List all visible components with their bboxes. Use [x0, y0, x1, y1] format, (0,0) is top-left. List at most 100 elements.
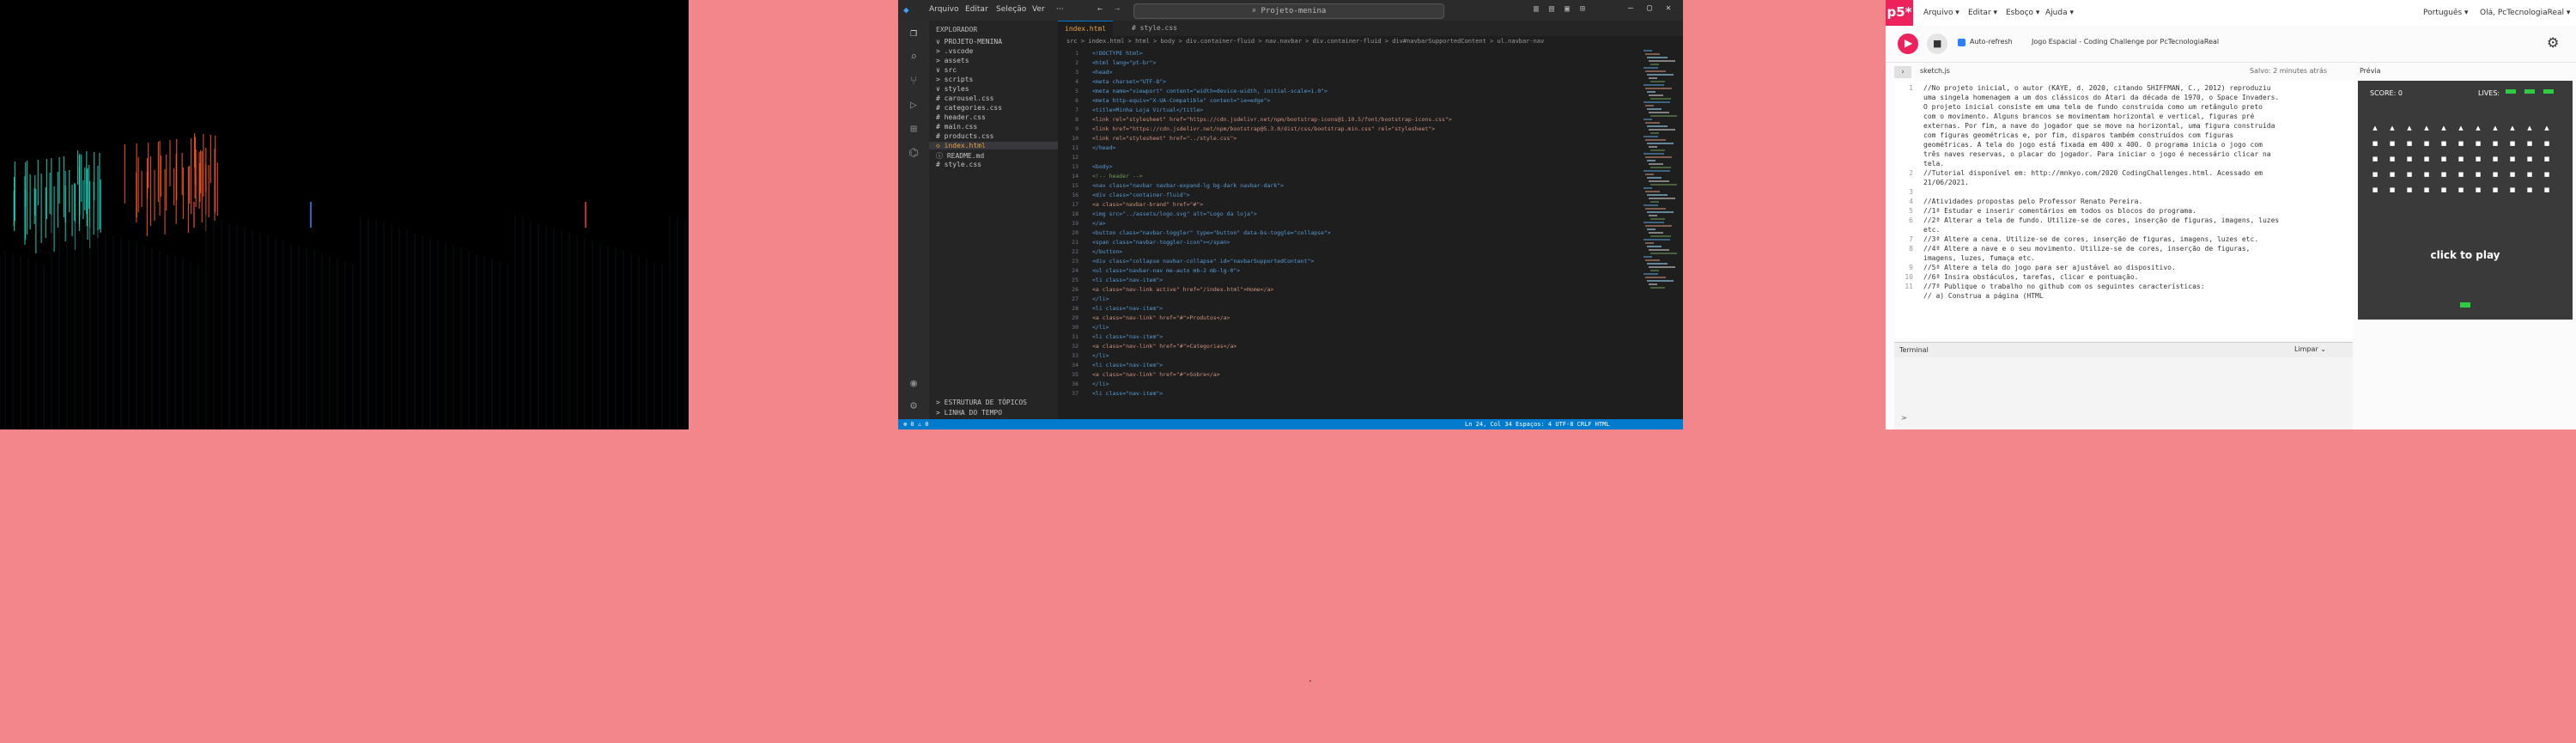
tree-item[interactable]: # carousel.css	[936, 94, 993, 102]
tree-item[interactable]: > .vscode	[936, 47, 973, 55]
code-line: <title>Minha Loja Virtual</title>	[1092, 107, 1204, 113]
p5-code-editor[interactable]: 1 //No projeto inicial, o autor (KAYE, d.…	[1894, 81, 2353, 338]
minimap-line	[1650, 287, 1665, 289]
code-line: com o movimento. Alguns brancos se movim…	[1923, 113, 2255, 120]
click-to-play-prompt[interactable]: click to play	[2358, 249, 2573, 261]
console-output[interactable]: >	[1894, 357, 2353, 429]
layout-toggle-icon[interactable]: ▥	[1534, 4, 1539, 14]
back-arrow-icon[interactable]: ←	[1097, 4, 1103, 14]
minimap-line	[1647, 74, 1674, 76]
customize-layout-icon[interactable]: ⊞	[1580, 4, 1585, 14]
settings-gear-icon[interactable]: ⚙	[2547, 34, 2559, 51]
language-selector[interactable]: Português ▾	[2423, 9, 2469, 17]
minimap-line	[1643, 187, 1652, 189]
invader-icon: ■	[2475, 140, 2482, 147]
minimap-line	[1645, 277, 1666, 278]
explorer-icon[interactable]: ❐	[906, 26, 921, 41]
invader-icon: ■	[2458, 155, 2464, 162]
console-prompt: >	[1901, 414, 1907, 422]
tab-style-css[interactable]: # style.css	[1125, 21, 1184, 36]
menu-file[interactable]: Arquivo	[929, 5, 958, 14]
code-line: <a class="nav-link" href="#">Produtos</a…	[1092, 314, 1230, 321]
account-icon[interactable]: ◉	[906, 376, 921, 392]
line-number: 35	[1072, 371, 1078, 378]
minimap-line	[1643, 204, 1658, 206]
code-editor[interactable]: 1 <!DOCTYPE html> 2 <html lang="pt-br"> 3 <he…	[1058, 46, 1642, 419]
remote-icon[interactable]: ⌬	[906, 146, 921, 161]
forward-arrow-icon[interactable]: →	[1115, 4, 1120, 14]
command-search-input[interactable]: ⌕ Projeto-menina	[1133, 3, 1444, 19]
expand-files-icon[interactable]: ›	[1894, 66, 1911, 78]
code-line: 21/06/2021.	[1923, 179, 1969, 186]
close-icon[interactable]: ✕	[1666, 3, 1671, 13]
line-number: 10	[1905, 273, 1913, 281]
tree-item[interactable]: # style.css	[936, 161, 981, 168]
minimap-line	[1650, 64, 1659, 65]
tree-item[interactable]: # main.css	[936, 123, 977, 131]
panel-toggle-icon[interactable]: ▤	[1549, 4, 1554, 14]
tree-item[interactable]: > scripts	[936, 76, 973, 83]
outline-section[interactable]: > ESTRUTURA DE TÓPICOS	[936, 399, 1027, 406]
minimap-line	[1645, 105, 1654, 107]
p5-logo[interactable]: p5*	[1886, 0, 1913, 26]
problems-status[interactable]: ⊗ 0 ⚠ 0	[903, 419, 929, 429]
line-number: 22	[1072, 248, 1078, 255]
auto-refresh-label: Auto-refresh	[1970, 38, 2013, 46]
code-line: com figuras geométricas e, por fim, disp…	[1923, 131, 2234, 139]
line-number: 5	[1909, 207, 1913, 215]
tree-item[interactable]: # products.css	[936, 132, 993, 140]
timeline-section[interactable]: > LINHA DO TEMPO	[936, 409, 1002, 417]
line-number: 26	[1072, 286, 1078, 293]
settings-gear-icon[interactable]: ⚙	[906, 399, 921, 414]
auto-refresh-checkbox[interactable]	[1958, 39, 1965, 46]
tree-item[interactable]: ∨ src	[936, 66, 957, 74]
tree-item[interactable]: ∨ styles	[936, 85, 969, 93]
sketch-name[interactable]: Jogo Espacial - Coding Challenge por PcT…	[2032, 38, 2219, 46]
clear-console-button[interactable]: Limpar ⌄	[2294, 345, 2326, 353]
line-number: 9	[1075, 125, 1078, 132]
tree-item[interactable]: > assets	[936, 57, 969, 64]
editor-status[interactable]: Ln 24, Col 34 Espaços: 4 UTF-8 CRLF HTML	[1465, 419, 1610, 429]
tree-item[interactable]: ◇ index.html	[929, 142, 1058, 149]
p5-menu-sketch[interactable]: Esboço ▾	[2006, 9, 2039, 17]
p5-navbar: p5* Arquivo ▾ Editar ▾ Esboço ▾ Ajuda ▾ …	[1886, 0, 2576, 27]
invader-icon: ■	[2475, 186, 2482, 193]
line-number: 29	[1072, 314, 1078, 321]
run-debug-icon[interactable]: ▷	[906, 98, 921, 113]
tree-item[interactable]: ∨ PROJETO-MENINA	[936, 38, 1002, 46]
user-menu[interactable]: Olá, PcTecnologiaReal ▾	[2480, 9, 2570, 17]
menu-view[interactable]: Ver	[1032, 5, 1045, 14]
minimap-line	[1649, 266, 1675, 268]
search-icon[interactable]: ⌕	[906, 50, 921, 65]
menu-more[interactable]: ···	[1056, 5, 1064, 14]
source-control-icon[interactable]: ⑂	[906, 74, 921, 89]
tree-item[interactable]: ⓘ README.md	[936, 151, 984, 161]
minimap[interactable]	[1642, 46, 1683, 419]
code-line: <img src="../assets/logo.svg" alt="Logo …	[1092, 210, 1257, 217]
menu-selection[interactable]: Seleção	[996, 5, 1026, 14]
code-line: <meta name="viewport" content="width=dev…	[1092, 88, 1327, 94]
p5-editor-window: p5* Arquivo ▾ Editar ▾ Esboço ▾ Ajuda ▾ …	[1886, 0, 2576, 429]
extensions-icon[interactable]: ⊞	[906, 122, 921, 137]
play-button[interactable]: ▶	[1898, 33, 1918, 54]
menu-edit[interactable]: Editar	[965, 5, 988, 14]
code-line: <li class="nav-item">	[1092, 362, 1163, 368]
stop-button[interactable]: ■	[1927, 33, 1947, 54]
tree-item[interactable]: # categories.css	[936, 104, 1002, 112]
line-number: 1	[1075, 50, 1078, 57]
breadcrumb[interactable]: src > index.html > html > body > div.con…	[1058, 36, 1683, 46]
minimize-icon[interactable]: —	[1628, 3, 1633, 13]
maximize-icon[interactable]: ▢	[1647, 3, 1652, 13]
game-canvas[interactable]: SCORE: 0 LIVES: ▲ ▲ ▲ ▲ ▲ ▲ ▲ ▲ ▲ ▲ ▲ ■ ■ ■ ■ ■ ■ ■ ■ ■ ■ ■ ■ ■…	[2358, 81, 2573, 320]
minimap-line	[1643, 136, 1658, 137]
sidebar-toggle-icon[interactable]: ▣	[1564, 4, 1570, 14]
minimap-line	[1645, 242, 1654, 244]
p5-menu-file[interactable]: Arquivo ▾	[1923, 9, 1959, 17]
minimap-line	[1647, 160, 1656, 161]
explorer-title: EXPLORADOR	[936, 26, 978, 33]
tree-item[interactable]: # header.css	[936, 113, 986, 121]
p5-menu-help[interactable]: Ajuda ▾	[2045, 9, 2074, 17]
minimap-line	[1647, 91, 1656, 93]
p5-menu-edit[interactable]: Editar ▾	[1968, 9, 1997, 17]
tab-index-html[interactable]: index.html	[1058, 21, 1114, 37]
